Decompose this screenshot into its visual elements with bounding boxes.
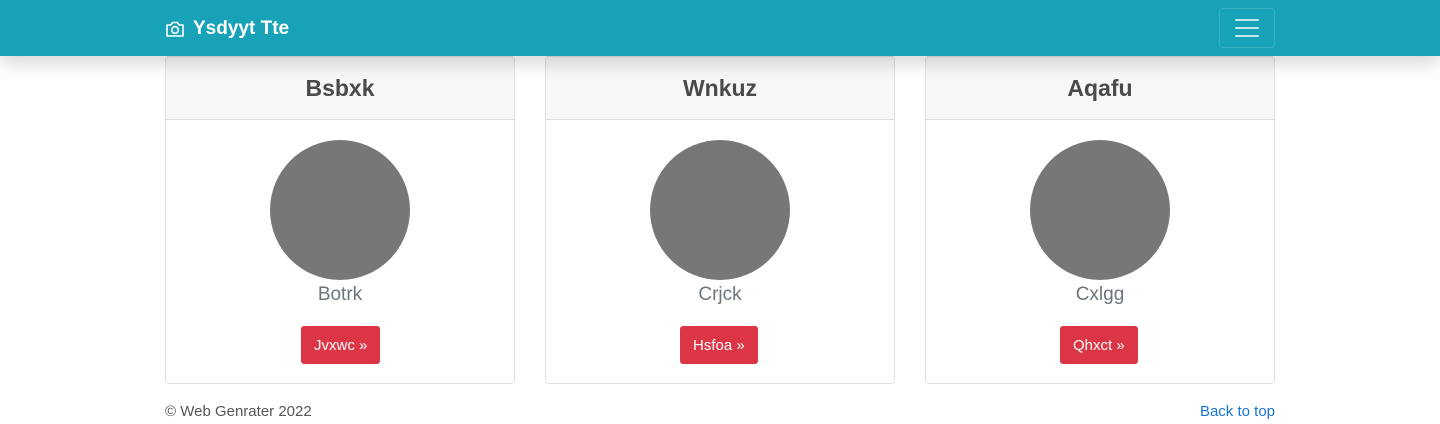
card-subtitle: Cxlgg	[1075, 284, 1125, 305]
card-2: Wnkuz Crjck Hsfoa »	[545, 56, 895, 384]
card-title: Aqafu	[926, 57, 1274, 120]
card-button[interactable]: Hsfoa »	[680, 326, 758, 364]
navbar-toggler-button[interactable]	[1219, 8, 1275, 48]
avatar	[1030, 140, 1170, 280]
card-button[interactable]: Jvxwc »	[301, 326, 381, 364]
card-body: Botrk Jvxwc »	[166, 120, 514, 383]
card-button[interactable]: Qhxct »	[1060, 326, 1138, 364]
card-body: Crjck Hsfoa »	[546, 120, 894, 383]
card-title: Bsbxk	[166, 57, 514, 120]
card-subtitle: Crjck	[698, 284, 742, 305]
avatar	[650, 140, 790, 280]
brand-label: Ysdyyt Tte	[193, 18, 290, 39]
back-to-top-link[interactable]: Back to top	[1200, 403, 1275, 420]
card-body: Cxlgg Qhxct »	[926, 120, 1274, 383]
card-1: Bsbxk Botrk Jvxwc »	[165, 56, 515, 384]
card-subtitle: Botrk	[317, 284, 363, 305]
navbar: Ysdyyt Tte	[0, 0, 1440, 56]
footer-copyright: © Web Genrater 2022	[165, 403, 312, 420]
brand-link[interactable]: Ysdyyt Tte	[165, 16, 289, 42]
hamburger-menu-icon	[1235, 19, 1259, 21]
card-3: Aqafu Cxlgg Qhxct »	[925, 56, 1275, 384]
camera-icon	[166, 21, 184, 37]
avatar	[270, 140, 410, 280]
card-title: Wnkuz	[546, 57, 894, 120]
